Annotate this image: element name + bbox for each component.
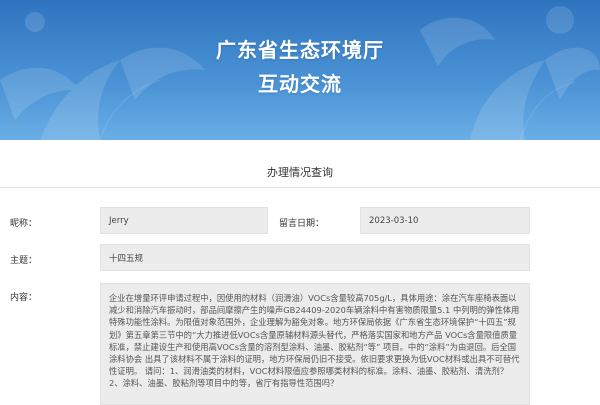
subject-value: 十四五规 bbox=[109, 253, 144, 264]
banner-title-line1: 广东省生态环境厅 bbox=[216, 38, 384, 62]
nickname-value: Jerry bbox=[109, 215, 129, 226]
heading-divider bbox=[0, 187, 600, 188]
header-banner: 广东省生态环境厅 互动交流 bbox=[0, 0, 600, 140]
message-date-label: 留言日期： bbox=[279, 219, 325, 229]
content-value: 企业在增量环评申请过程中，因使用的材料（润滑油）VOCs含量较高705g/L，具… bbox=[109, 293, 520, 389]
nickname-label: 昵称： bbox=[10, 219, 38, 229]
subject-field: 十四五规 bbox=[100, 244, 530, 271]
content-field[interactable]: 企业在增量环评申请过程中，因使用的材料（润滑油）VOCs含量较高705g/L，具… bbox=[100, 283, 530, 405]
message-date-field: 2023-03-10 bbox=[360, 207, 530, 234]
content-label: 内容： bbox=[10, 293, 38, 303]
banner-title-line2: 互动交流 bbox=[258, 72, 342, 96]
subject-label: 主题： bbox=[10, 256, 38, 266]
message-date-value: 2023-03-10 bbox=[369, 215, 419, 226]
nickname-field: Jerry bbox=[100, 207, 268, 234]
page-title: 办理情况查询 bbox=[267, 166, 333, 179]
